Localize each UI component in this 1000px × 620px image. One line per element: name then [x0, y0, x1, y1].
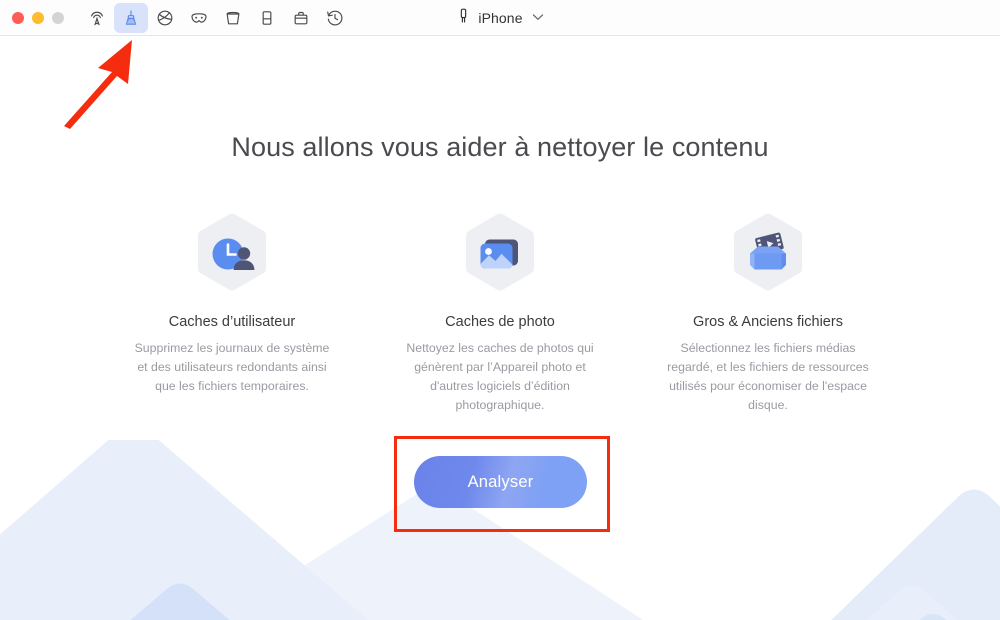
device-name-label: iPhone — [478, 10, 523, 26]
mask-icon — [189, 8, 209, 28]
user-caches-icon — [187, 212, 277, 302]
chevron-down-icon[interactable] — [532, 12, 544, 24]
main-content: Nous allons vous aider à nettoyer le con… — [0, 36, 1000, 620]
toolbar-item-history[interactable] — [318, 3, 352, 33]
analyser-button[interactable]: Analyser — [414, 456, 587, 508]
broom-icon — [121, 8, 141, 28]
minimize-window-button[interactable] — [32, 12, 44, 24]
feature-description: Sélectionnez les fichiers médias regardé… — [667, 341, 869, 412]
feature-user-caches: Caches d’utilisateur Supprimez les journ… — [98, 212, 366, 396]
close-window-button[interactable] — [12, 12, 24, 24]
clock-history-icon — [325, 8, 345, 28]
page-title: Nous allons vous aider à nettoyer le con… — [231, 132, 769, 162]
large-old-files-icon — [723, 212, 813, 302]
trash-icon — [223, 8, 243, 28]
feature-description: Supprimez les journaux de système et des… — [134, 341, 330, 393]
toolbar-item-trash[interactable] — [216, 3, 250, 33]
feature-large-old-files: Gros & Anciens fichiers Sélectionnez les… — [634, 212, 902, 415]
toolbar-item-globe[interactable] — [148, 3, 182, 33]
feature-title: Gros & Anciens fichiers — [693, 314, 843, 330]
feature-title: Caches de photo — [445, 314, 555, 330]
app-window: iPhone Nous allons vous aider à nettoyer… — [0, 0, 1000, 620]
feature-description: Nettoyez les caches de photos qui génère… — [406, 341, 594, 412]
title-bar: iPhone — [0, 0, 1000, 36]
zoom-window-button[interactable] — [52, 12, 64, 24]
feature-list: Caches d’utilisateur Supprimez les journ… — [0, 212, 1000, 415]
toolbar-item-privacy[interactable] — [182, 3, 216, 33]
globe-icon — [155, 8, 175, 28]
window-controls — [12, 12, 64, 24]
lightning-connector-icon — [456, 7, 471, 30]
toolbar-item-toolkit[interactable] — [284, 3, 318, 33]
toolbar-item-airdrop[interactable] — [80, 3, 114, 33]
briefcase-icon — [291, 8, 311, 28]
feature-photo-caches: Caches de photo Nettoyez les caches de p… — [366, 212, 634, 415]
toolbar — [80, 3, 352, 33]
toolbar-item-device[interactable] — [250, 3, 284, 33]
phone-icon — [257, 8, 277, 28]
photo-caches-icon — [455, 212, 545, 302]
feature-title: Caches d’utilisateur — [168, 314, 296, 330]
toolbar-item-clean[interactable] — [114, 3, 148, 33]
broadcast-icon — [87, 8, 107, 28]
